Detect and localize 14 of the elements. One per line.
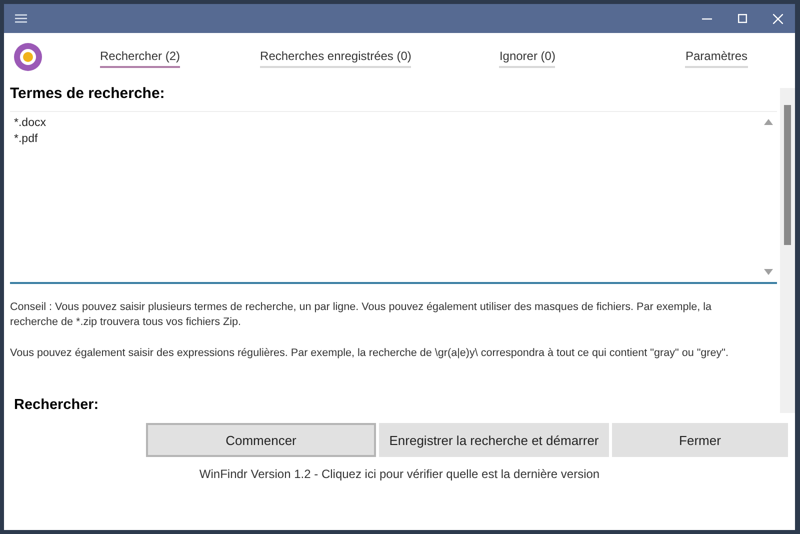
field-text: *.docx *.pdf bbox=[14, 116, 46, 145]
tab[interactable]: Ignorer (0) bbox=[499, 45, 556, 68]
action-button[interactable]: Commencer bbox=[146, 423, 376, 457]
action-button[interactable]: Fermer bbox=[612, 423, 788, 457]
search-terms-field[interactable]: *.docx *.pdf bbox=[10, 110, 777, 284]
action-button[interactable]: Enregistrer la recherche et démarrer bbox=[379, 423, 609, 457]
hint-text: Vous pouvez également saisir des expressions régulières. Par exemple, la recherche de \gr(a|e)y\ correspondra à tout ce qui contient "gray" ou "grey". bbox=[10, 346, 730, 361]
tab[interactable]: Recherches enregistrées (0) bbox=[260, 45, 412, 68]
section-heading: Termes de recherche: bbox=[10, 84, 166, 104]
tab[interactable]: Paramètres bbox=[685, 45, 748, 68]
hint-text: Conseil : Vous pouvez saisir plusieurs termes de recherche, un par ligne. Vous pouvez également utiliser des masques de fichiers. Par exemple, la recherche de *.zip trouvera tous vos fichiers Zip. bbox=[10, 300, 713, 330]
tab[interactable]: Rechercher (2) bbox=[100, 45, 180, 68]
version-link[interactable]: WinFindr Version 1.2 - Cliquez ici pour vérifier quelle est la dernière version bbox=[199, 467, 600, 481]
section-heading: Rechercher: bbox=[13, 396, 100, 413]
